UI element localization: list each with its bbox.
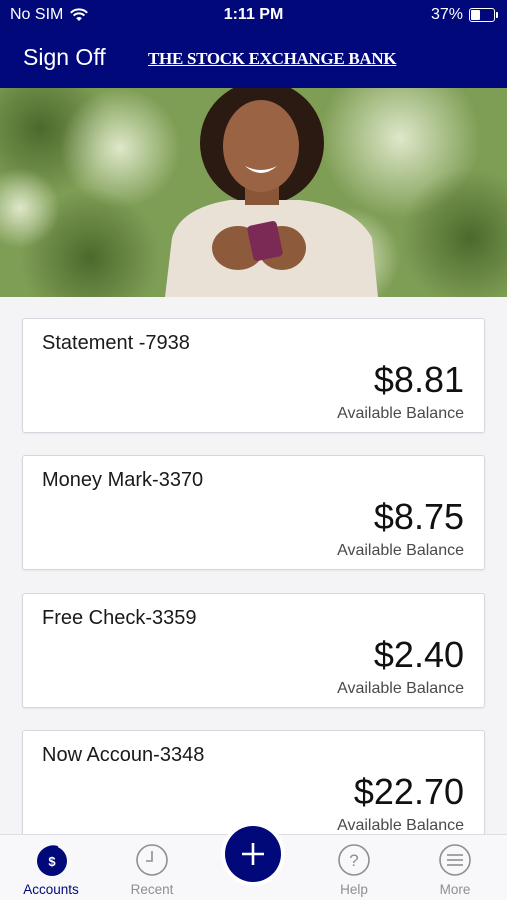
tab-label: Help (340, 882, 368, 897)
tab-accounts[interactable]: $ Accounts (1, 835, 101, 900)
clock-icon (136, 844, 168, 876)
dollar-circle-icon: $ (37, 845, 67, 876)
account-card[interactable]: Statement -7938 $8.81 Available Balance (22, 318, 485, 433)
account-card[interactable]: Money Mark-3370 $8.75 Available Balance (22, 455, 485, 570)
add-button[interactable] (225, 826, 281, 882)
account-balance: $2.40 (373, 634, 464, 675)
account-balance: $22.70 (353, 771, 464, 812)
account-balance: $8.75 (373, 496, 464, 537)
balance-label: Available Balance (337, 405, 464, 422)
tab-label: Recent (130, 882, 174, 897)
battery-percent: 37% (430, 6, 463, 23)
sign-off-button[interactable]: Sign Off (23, 44, 106, 71)
account-balance: $8.81 (373, 359, 464, 400)
plus-icon (242, 843, 264, 865)
battery-icon (469, 8, 498, 22)
account-name: Money Mark-3370 (42, 469, 204, 491)
account-name: Now Accoun-3348 (42, 744, 205, 766)
question-icon: ? (338, 844, 370, 876)
app-screen: No SIM 1:11 PM 37% Sign Off THE STOCK EX… (0, 0, 507, 900)
balance-label: Available Balance (337, 817, 464, 834)
status-right: 37% (430, 6, 498, 24)
account-card[interactable]: Free Check-3359 $2.40 Available Balance (22, 593, 485, 708)
account-name: Free Check-3359 (42, 607, 197, 629)
balance-label: Available Balance (337, 680, 464, 697)
tab-more[interactable]: More (405, 835, 505, 900)
hero-illustration (0, 88, 507, 297)
battery-level (471, 10, 480, 20)
bank-logo: THE STOCK EXCHANGE BANK (148, 49, 397, 68)
account-name: Statement -7938 (42, 332, 190, 354)
svg-text:?: ? (349, 851, 358, 870)
tab-label: Accounts (23, 882, 79, 897)
tab-recent[interactable]: Recent (102, 835, 202, 900)
tab-help[interactable]: ? Help (304, 835, 404, 900)
status-bar: No SIM 1:11 PM 37% (0, 0, 507, 32)
svg-text:$: $ (48, 854, 56, 869)
hero-image (0, 88, 507, 297)
balance-label: Available Balance (337, 542, 464, 559)
menu-icon (439, 844, 471, 876)
app-header: Sign Off THE STOCK EXCHANGE BANK (0, 32, 507, 88)
tab-label: More (439, 882, 471, 897)
